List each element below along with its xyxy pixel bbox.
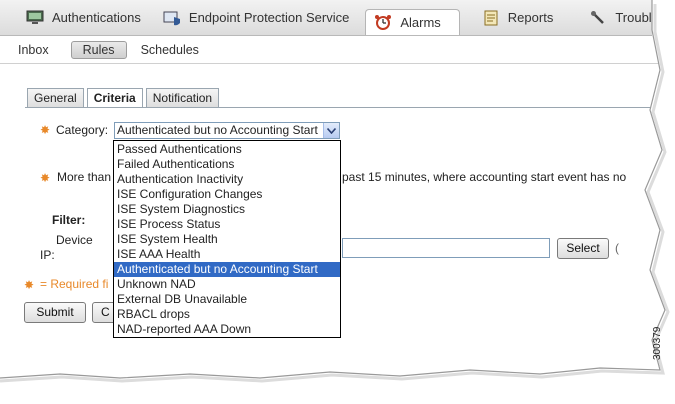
torn-edge-decoration <box>0 0 675 404</box>
figure-number: 300379 <box>652 326 663 360</box>
